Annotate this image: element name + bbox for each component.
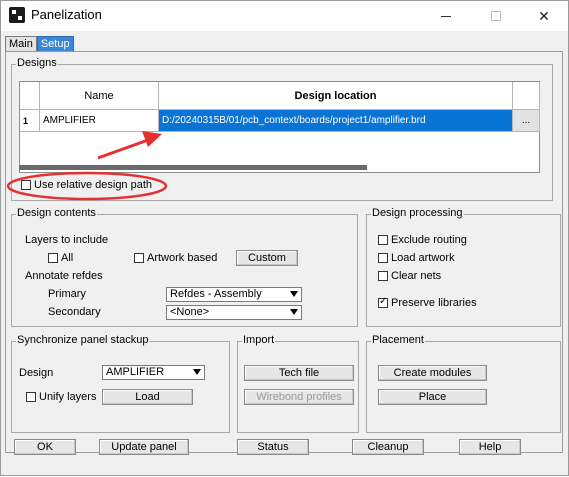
row-index-cell: 1 (20, 110, 40, 132)
design-location-cell[interactable]: D:/20240315B/01/pcb_context/boards/proje… (159, 110, 513, 132)
update-panel-button[interactable]: Update panel (99, 439, 189, 455)
preserve-libraries-label: Preserve libraries (391, 297, 477, 309)
load-artwork-label: Load artwork (391, 252, 455, 264)
artwork-based-checkbox[interactable] (134, 253, 144, 263)
all-checkbox[interactable] (48, 253, 58, 263)
relative-path-label: Use relative design path (34, 179, 153, 191)
tab-bar: Main Setup (5, 36, 74, 52)
status-button[interactable]: Status (237, 439, 309, 455)
close-icon: ✕ (538, 7, 550, 24)
all-label: All (61, 252, 74, 264)
primary-value: Refdes - Assembly (170, 288, 262, 300)
sync-stackup-title: Synchronize panel stackup (16, 334, 150, 346)
cleanup-button[interactable]: Cleanup (352, 439, 424, 455)
maximize-button[interactable] (473, 1, 519, 31)
layers-label: Layers to include (25, 234, 109, 246)
import-group: Import (237, 334, 359, 433)
tab-setup[interactable]: Setup (36, 36, 74, 52)
primary-dropdown[interactable]: Refdes - Assembly (166, 287, 302, 302)
secondary-label: Secondary (48, 306, 101, 318)
tab-main[interactable]: Main (5, 36, 37, 52)
ok-button[interactable]: OK (14, 439, 76, 455)
panelization-window: Panelization ✕ Main Setup Designs Name D… (0, 0, 569, 476)
load-button[interactable]: Load (102, 389, 193, 405)
custom-button[interactable]: Custom (236, 250, 298, 266)
name-column-header[interactable]: Name (40, 82, 159, 110)
clear-nets-checkbox[interactable] (378, 271, 388, 281)
clear-nets-label: Clear nets (391, 270, 442, 282)
secondary-dropdown[interactable]: <None> (166, 305, 302, 320)
wirebond-profiles-button[interactable]: Wirebond profiles (244, 389, 354, 405)
exclude-routing-checkbox[interactable] (378, 235, 388, 245)
place-button[interactable]: Place (378, 389, 487, 405)
exclude-routing-label: Exclude routing (391, 234, 467, 246)
annotate-refdes-label: Annotate refdes (25, 270, 103, 282)
import-title: Import (242, 334, 276, 346)
location-column-header[interactable]: Design location (159, 82, 513, 110)
chevron-down-icon (290, 291, 298, 297)
help-button[interactable]: Help (459, 439, 521, 455)
close-button[interactable]: ✕ (521, 1, 567, 31)
title-bar[interactable]: Panelization ✕ (1, 1, 568, 31)
create-modules-button[interactable]: Create modules (378, 365, 487, 381)
preserve-libraries-checkbox[interactable] (378, 296, 388, 308)
artwork-based-label: Artwork based (147, 252, 218, 264)
designs-grid[interactable]: Name Design location 1 AMPLIFIER D:/2024… (19, 81, 540, 173)
secondary-value: <None> (170, 306, 210, 318)
tech-file-button[interactable]: Tech file (244, 365, 354, 381)
minimize-button[interactable] (423, 1, 469, 31)
placement-title: Placement (371, 334, 425, 346)
design-processing-title: Design processing (371, 207, 464, 219)
app-icon (9, 7, 25, 23)
design-contents-title: Design contents (16, 207, 97, 219)
grid-corner-header (20, 82, 40, 110)
extra-column-header (513, 82, 540, 110)
unify-layers-checkbox[interactable] (26, 392, 36, 402)
chevron-down-icon (290, 309, 298, 315)
design-name-cell[interactable]: AMPLIFIER (40, 110, 159, 132)
minimize-icon (441, 15, 451, 17)
design-label: Design (19, 367, 54, 379)
stackup-design-dropdown[interactable]: AMPLIFIER (102, 365, 205, 380)
grid-horizontal-scrollbar[interactable] (19, 165, 367, 170)
load-artwork-checkbox[interactable] (378, 253, 388, 263)
chevron-down-icon (193, 369, 201, 375)
designs-title: Designs (16, 57, 58, 69)
sync-stackup-group: Synchronize panel stackup (11, 334, 230, 433)
window-title: Panelization (31, 7, 102, 22)
primary-label: Primary (48, 288, 86, 300)
unify-layers-label: Unify layers (39, 391, 97, 403)
maximize-icon (491, 11, 501, 21)
placement-group: Placement (366, 334, 561, 433)
browse-button[interactable]: ... (513, 110, 540, 132)
relative-path-checkbox[interactable] (21, 180, 31, 190)
stackup-design-value: AMPLIFIER (106, 366, 165, 378)
